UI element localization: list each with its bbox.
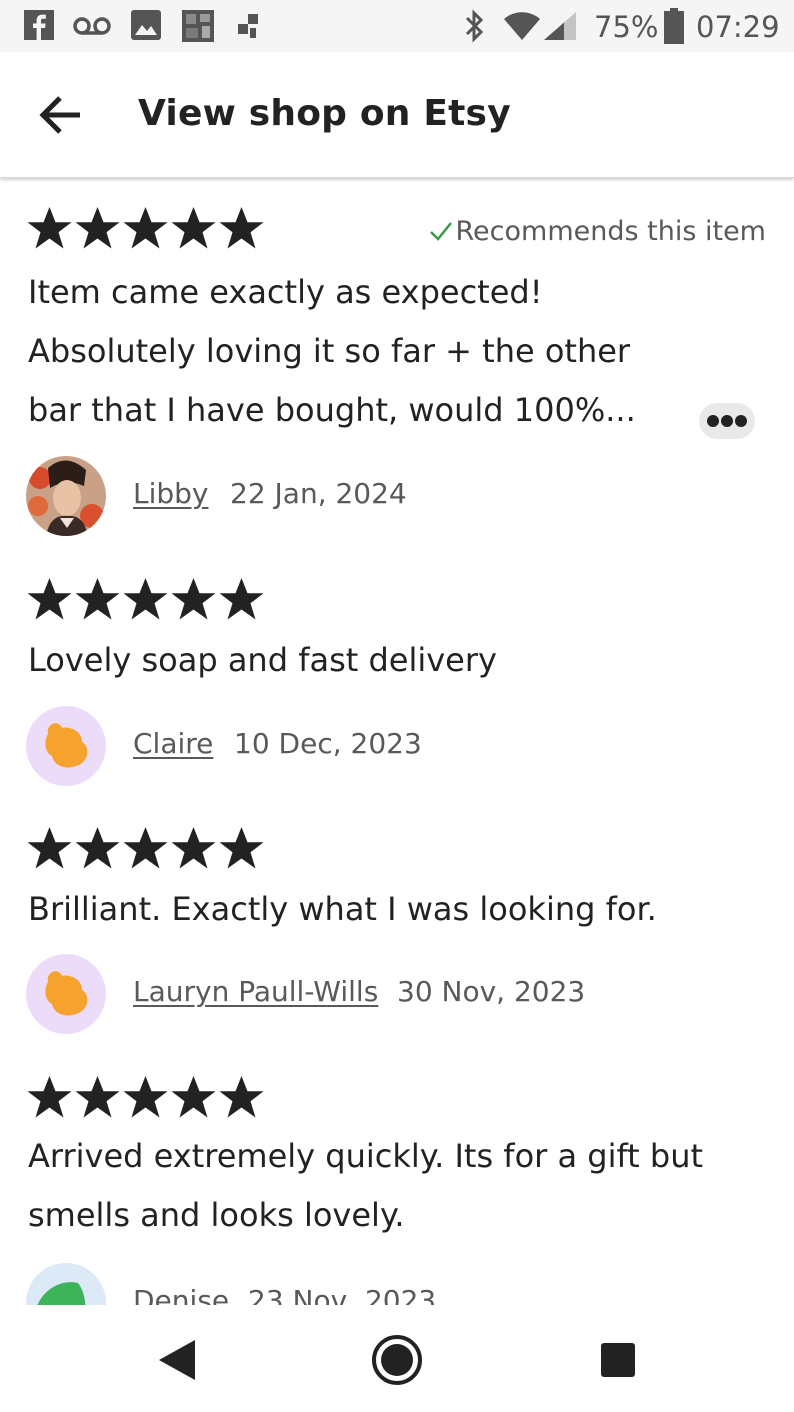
reviewer-name[interactable]: Lauryn Paull-Wills <box>133 974 378 1010</box>
system-nav-bar <box>0 1305 794 1412</box>
review-text-line: Item came exactly as expected! <box>28 273 543 311</box>
wifi-icon <box>504 12 540 40</box>
star-icon <box>75 1076 120 1118</box>
review-text-line: Brilliant. Exactly what I was looking fo… <box>28 890 657 928</box>
reviewer-name[interactable]: Claire <box>133 726 213 762</box>
star-icon <box>75 207 120 249</box>
star-icon <box>27 1076 72 1118</box>
default-orange-avatar <box>26 706 106 786</box>
review-list[interactable]: Recommends this item Item came exactly a… <box>0 178 794 1305</box>
star-icon <box>123 1076 168 1118</box>
default-green-avatar <box>26 1263 106 1305</box>
star-icon <box>123 207 168 249</box>
star-rating <box>26 825 266 871</box>
star-icon <box>27 207 72 249</box>
review-text-line: Arrived extremely quickly. Its for a gif… <box>28 1137 704 1175</box>
status-bar: 75% 07:29 <box>0 0 794 52</box>
star-icon <box>219 578 264 620</box>
avatar[interactable] <box>26 954 106 1034</box>
review-date: 30 Nov, 2023 <box>397 975 586 1008</box>
star-rating <box>26 576 266 622</box>
star-icon <box>123 578 168 620</box>
photo-avatar <box>26 456 106 536</box>
signal-icon <box>544 12 576 40</box>
review-text-line: Lovely soap and fast delivery <box>28 641 497 679</box>
default-orange-avatar <box>26 954 106 1034</box>
review-text-line: smells and looks lovely. <box>28 1196 405 1234</box>
star-rating <box>26 1074 266 1120</box>
bluetooth-icon <box>465 9 484 43</box>
recommends-badge: Recommends this item <box>428 215 767 249</box>
review-text-line: Absolutely loving it so far + the other <box>28 332 631 370</box>
clock: 07:29 <box>696 10 780 44</box>
review-text-line: bar that I have bought, would 100%... <box>28 391 636 429</box>
network-dots-icon <box>238 14 258 38</box>
avatar[interactable] <box>26 1263 106 1305</box>
star-icon <box>171 207 216 249</box>
recents-square-icon[interactable] <box>600 1342 636 1378</box>
recommends-label: Recommends this item <box>455 216 767 247</box>
star-icon <box>123 827 168 869</box>
star-icon <box>75 578 120 620</box>
facebook-icon <box>24 10 54 40</box>
check-icon <box>429 222 452 241</box>
star-icon <box>27 827 72 869</box>
star-icon <box>27 578 72 620</box>
image-icon <box>131 10 161 40</box>
back-triangle-icon[interactable] <box>157 1338 197 1382</box>
avatar[interactable] <box>26 456 106 536</box>
battery-percentage: 75% <box>594 10 659 44</box>
star-icon <box>171 578 216 620</box>
review-date: 23 Nov, 2023 <box>248 1284 437 1305</box>
back-button[interactable] <box>38 92 84 138</box>
more-button[interactable] <box>699 403 755 439</box>
review-date: 22 Jan, 2024 <box>230 477 407 510</box>
app-bar: View shop on Etsy <box>0 52 794 178</box>
star-rating <box>26 205 266 251</box>
reviewer-name[interactable]: Libby <box>133 476 209 512</box>
star-icon <box>219 207 264 249</box>
star-icon <box>219 827 264 869</box>
battery-icon <box>664 8 684 44</box>
more-dots-icon <box>707 415 719 427</box>
star-icon <box>75 827 120 869</box>
home-circle-icon[interactable] <box>371 1334 423 1386</box>
review-date: 10 Dec, 2023 <box>234 727 422 760</box>
star-icon <box>171 1076 216 1118</box>
page-title[interactable]: View shop on Etsy <box>138 90 511 138</box>
reviewer-name[interactable]: Denise <box>133 1283 229 1305</box>
star-icon <box>219 1076 264 1118</box>
star-icon <box>171 827 216 869</box>
voicemail-icon <box>73 17 111 35</box>
arrow-left-icon <box>39 96 80 134</box>
photo-collage-icon <box>182 10 214 42</box>
avatar[interactable] <box>26 706 106 786</box>
